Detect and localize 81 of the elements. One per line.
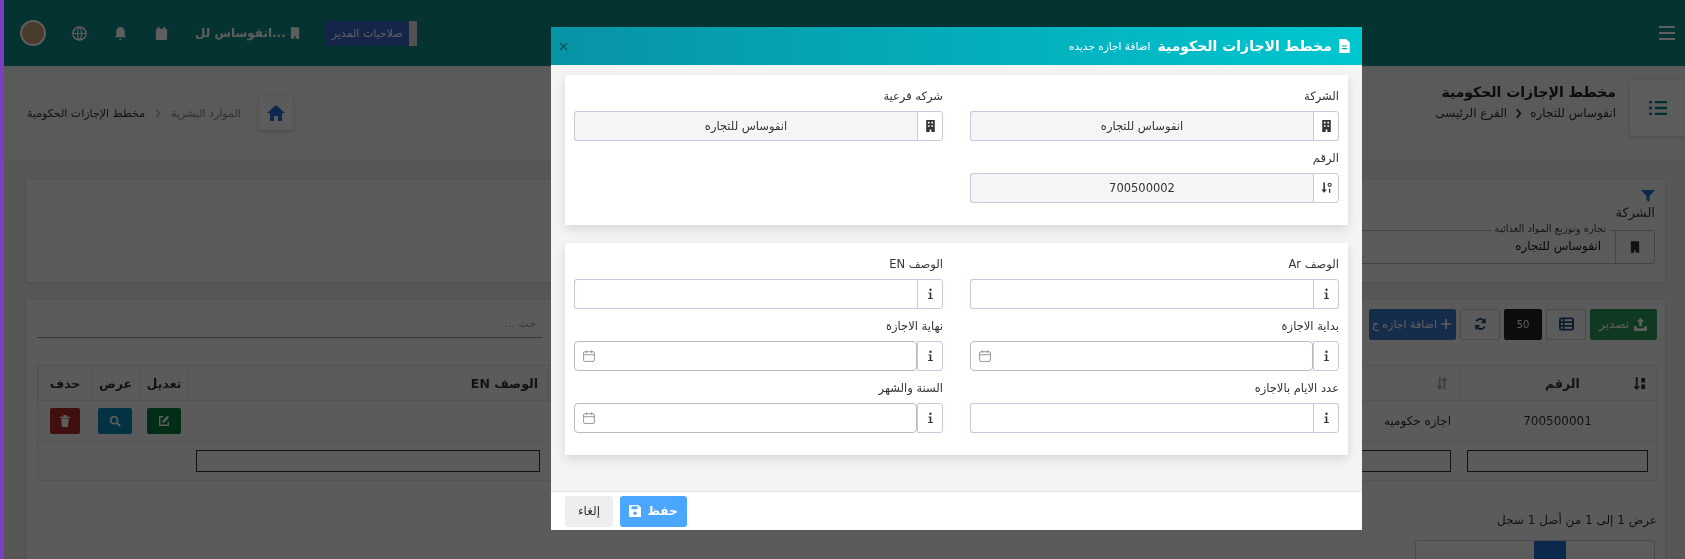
calendar-icon[interactable] (583, 350, 595, 362)
filter-label: الشركة (1614, 205, 1655, 220)
home-icon (265, 104, 286, 122)
page-title: مخطط الإجازات الحكومية (1440, 84, 1616, 100)
modal-subtitle: اضافة اجازه جديده (1068, 40, 1151, 52)
sort-icon (1320, 182, 1332, 194)
document-icon (1339, 39, 1350, 53)
field-label: الوصف EN (888, 257, 943, 271)
calendar-icon[interactable] (154, 25, 169, 41)
field-label: الرقم (1311, 151, 1339, 165)
menu-icon[interactable] (1659, 26, 1675, 40)
calendar-icon[interactable] (979, 350, 991, 362)
home-button[interactable] (258, 96, 293, 130)
building-icon (1320, 120, 1332, 132)
export-button[interactable]: تصدير (1590, 308, 1657, 340)
add-button[interactable]: اضافة اجازه ج (1368, 308, 1456, 340)
sort-icon[interactable] (1436, 376, 1449, 390)
field-label: بداية الاجازة (1280, 319, 1339, 333)
cancel-button[interactable]: إلغاء (565, 495, 613, 527)
globe-icon[interactable] (72, 25, 87, 41)
branch-path-item: الفرع الرئيسى (1435, 106, 1508, 120)
column-header: حذف (49, 375, 81, 391)
trash-icon (58, 415, 71, 427)
column-header: عرض (98, 375, 133, 391)
delete-button[interactable] (49, 408, 80, 434)
upload-icon (1633, 317, 1648, 331)
page-size-button[interactable]: 50 (1504, 308, 1542, 340)
field-label: شركه فرعية (882, 89, 943, 103)
edit-icon (157, 415, 170, 427)
list-icon (1648, 101, 1667, 115)
plus-icon (1441, 319, 1451, 329)
column-filter-field[interactable] (196, 450, 540, 472)
role-button[interactable]: صلاحيات المدير (325, 20, 417, 46)
table-cell: 700500001 (1523, 414, 1592, 428)
chevron-icon (155, 108, 162, 118)
readonly-field[interactable]: انفوساس للتجاره (574, 111, 917, 141)
date-field[interactable] (970, 341, 1313, 371)
field-label: السنة والشهر (877, 381, 943, 395)
readonly-field[interactable]: 700500002 (970, 173, 1313, 203)
table-icon (1558, 317, 1574, 331)
building-icon (289, 27, 300, 39)
readonly-field[interactable]: انفوساس للتجاره (970, 111, 1313, 141)
columns-button[interactable] (1546, 308, 1586, 340)
pagination[interactable] (1415, 540, 1655, 559)
refresh-icon (1472, 317, 1488, 331)
field-label: عدد الايام بالاجازه (1253, 381, 1339, 395)
close-icon[interactable] (559, 41, 568, 51)
search-icon (109, 415, 121, 427)
field-label: الوصف Ar (1287, 257, 1339, 271)
view-button[interactable] (98, 408, 132, 434)
branch-path-item: انفوساس للتجاره (1530, 106, 1616, 120)
building-icon (924, 120, 936, 132)
modal-title: مخطط الاجازات الحكومية (1157, 38, 1332, 54)
text-field[interactable] (574, 279, 917, 309)
column-filter-field[interactable] (1467, 450, 1648, 472)
refresh-button[interactable] (1460, 308, 1500, 340)
column-header: الوصف EN (470, 375, 538, 391)
sidebar-toggle[interactable] (1630, 80, 1685, 136)
column-header: الرقم (1545, 375, 1580, 391)
date-field[interactable] (574, 403, 917, 433)
edit-button[interactable] (146, 408, 181, 434)
save-button[interactable]: حفظ (620, 495, 687, 527)
user-avatar[interactable] (20, 20, 46, 46)
company-switcher[interactable]: انفوساس لل... (195, 26, 300, 40)
chevron-icon (1515, 107, 1523, 119)
table-cell: اجازه حكوميه (1383, 414, 1451, 428)
sort-icon[interactable] (1633, 376, 1646, 390)
building-icon (1630, 241, 1640, 253)
calendar-icon[interactable] (583, 412, 595, 424)
filter-icon (1641, 190, 1655, 202)
records-info: عرض 1 إلى 1 من أصل 1 سجل (1496, 513, 1657, 527)
text-field[interactable] (970, 403, 1313, 433)
text-field[interactable] (970, 279, 1313, 309)
field-label: نهاية الاجازة (885, 319, 943, 333)
field-label: الشركة (1303, 89, 1339, 103)
date-field[interactable] (574, 341, 917, 371)
breadcrumb-item: مخطط الإجازات الحكومية (27, 106, 146, 120)
column-header: تعديل (146, 375, 182, 391)
save-icon (629, 505, 642, 517)
field-legend: تجارة وتوزيع المواد الغذائية (1490, 223, 1610, 235)
bell-icon[interactable] (113, 25, 128, 41)
